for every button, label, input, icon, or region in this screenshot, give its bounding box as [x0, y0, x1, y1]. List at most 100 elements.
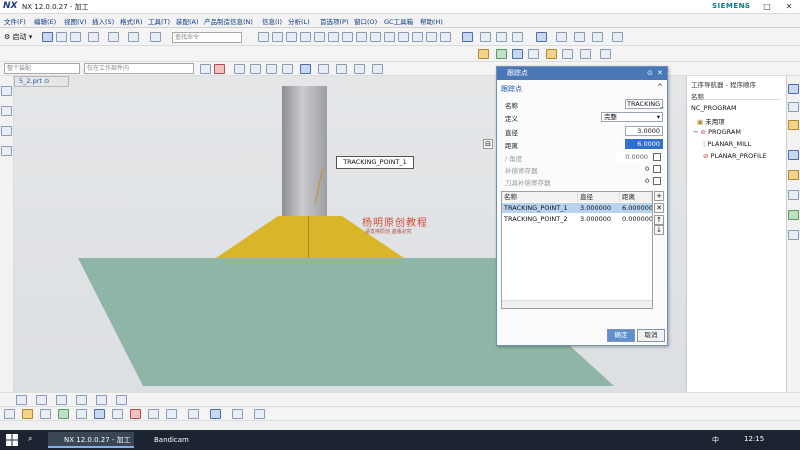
background-icon[interactable] [612, 32, 623, 42]
create-operation-icon[interactable] [546, 49, 557, 59]
pin-icon[interactable]: ⊟ [483, 139, 493, 149]
diameter-input[interactable]: 3.0000 [625, 126, 663, 136]
table-icon[interactable] [462, 32, 473, 42]
move-up-icon[interactable]: ↑ [654, 215, 664, 225]
undo-icon[interactable] [88, 32, 99, 42]
pan-icon[interactable] [96, 395, 107, 405]
fillet-icon[interactable] [356, 32, 367, 42]
define-select[interactable]: 完整 ▾ [601, 112, 663, 122]
menu-gc-toolbox[interactable]: GC工具箱 [384, 16, 413, 26]
trim-icon[interactable] [328, 32, 339, 42]
point-icon[interactable] [370, 32, 381, 42]
snap-grid-icon[interactable] [16, 395, 27, 405]
collapse-chevron-icon[interactable]: ^ [657, 83, 663, 91]
axis-icon[interactable] [398, 32, 409, 42]
verify-toolpath-icon[interactable] [580, 49, 591, 59]
add-point-icon[interactable]: + [654, 191, 664, 201]
csys-icon[interactable] [412, 32, 423, 42]
extend-icon[interactable] [342, 32, 353, 42]
layout-icon[interactable] [150, 32, 161, 42]
snap-tangent-icon[interactable] [336, 64, 347, 74]
start-menu-button[interactable]: ⚙ 启动 ▾ [4, 32, 32, 42]
create-program-icon[interactable] [478, 49, 489, 59]
snap-midpoint-icon[interactable] [250, 64, 261, 74]
menu-window[interactable]: 窗口(O) [354, 16, 377, 26]
type-filter-select[interactable]: 整个装配 [4, 63, 80, 74]
history-palette-icon[interactable] [788, 210, 799, 220]
replay-icon[interactable] [58, 409, 69, 419]
display-mode-icon[interactable] [592, 32, 603, 42]
view-triad-icon[interactable] [36, 395, 47, 405]
menu-view[interactable]: 视图(V) [64, 16, 87, 26]
shaded-view-icon[interactable] [536, 32, 547, 42]
ok-button[interactable]: 确定 [607, 329, 635, 342]
save-icon[interactable] [70, 32, 81, 42]
history-icon[interactable] [1, 86, 12, 96]
select-all-icon[interactable] [214, 64, 225, 74]
cut-icon[interactable] [128, 32, 139, 42]
snap-perpendicular-icon[interactable] [354, 64, 365, 74]
menu-edit[interactable]: 编辑(E) [34, 16, 56, 26]
taskbar-bandicam-app[interactable]: Bandicam [138, 432, 200, 448]
arc-icon[interactable] [286, 32, 297, 42]
create-tool-icon[interactable] [496, 49, 507, 59]
taskbar-nx-app[interactable]: NX 12.0.0.27 - 加工 [48, 432, 134, 448]
selection-scope-select[interactable]: 仅在工作部件内 [84, 63, 194, 74]
operation-display-icon[interactable] [4, 409, 15, 419]
column-diameter[interactable]: 直径 [578, 192, 620, 202]
move-down-icon[interactable]: ↓ [654, 225, 664, 235]
column-distance[interactable]: 距离 [620, 192, 652, 202]
layer-icon[interactable] [440, 32, 451, 42]
search-icon[interactable]: ⌕ [28, 434, 32, 444]
zoom-icon[interactable] [496, 32, 507, 42]
sketch-icon[interactable] [258, 32, 269, 42]
command-search-input[interactable]: 查找命令 [172, 32, 242, 43]
navigator-column-header[interactable]: 名称 [691, 91, 781, 101]
assembly-navigator-icon[interactable] [788, 84, 799, 94]
snap-endpoint-icon[interactable] [234, 64, 245, 74]
minimize-icon[interactable]: – [734, 0, 756, 14]
tree-node-nc-program[interactable]: NC_PROGRAM [691, 104, 737, 112]
reuse-library-icon[interactable] [1, 126, 12, 136]
post-icon[interactable] [232, 409, 243, 419]
postprocess-icon[interactable] [600, 49, 611, 59]
generate-toolpath-icon[interactable] [562, 49, 573, 59]
verify-icon[interactable] [254, 409, 265, 419]
table-row[interactable]: TRACKING_POINT_2 3.000000 0.000000 [502, 214, 652, 224]
snap-on-curve-icon[interactable] [372, 64, 383, 74]
menu-tools[interactable]: 工具(T) [148, 16, 170, 26]
fit-icon[interactable] [76, 395, 87, 405]
comp-register-checkbox[interactable] [653, 165, 661, 173]
section-header[interactable]: 跟踪点 [501, 84, 522, 94]
operation-navigator-icon[interactable] [788, 120, 799, 130]
tool-comp-register-checkbox[interactable] [653, 177, 661, 185]
simulate-icon[interactable] [94, 409, 105, 419]
constraint-navigator-icon[interactable] [788, 102, 799, 112]
maximize-icon[interactable]: □ [756, 0, 778, 14]
window-icon[interactable] [108, 32, 119, 42]
menu-insert[interactable]: 插入(S) [92, 16, 114, 26]
list-toolpath-icon[interactable] [76, 409, 87, 419]
angle-checkbox[interactable] [653, 153, 661, 161]
table-row[interactable]: TRACKING_POINT_1 3.000000 6.000000 [502, 203, 652, 213]
wireframe-icon[interactable] [556, 32, 567, 42]
dialog-close-icon[interactable]: ✕ [657, 67, 663, 80]
new-file-icon[interactable] [42, 32, 53, 42]
transform-icon[interactable] [210, 409, 221, 419]
menu-analysis[interactable]: 分析(L) [288, 16, 310, 26]
dialog-reset-icon[interactable]: ⊙ [647, 67, 653, 80]
menu-preferences[interactable]: 首选项(P) [320, 16, 349, 26]
lock-path-icon[interactable] [148, 409, 159, 419]
roles-icon[interactable] [1, 146, 12, 156]
open-file-icon[interactable] [56, 32, 67, 42]
cancel-button[interactable]: 取消 [637, 329, 665, 342]
snap-center-icon[interactable] [266, 64, 277, 74]
palette-icon[interactable] [788, 170, 799, 180]
menu-assembly[interactable]: 装配(A) [176, 16, 199, 26]
snap-quadrant-icon[interactable] [282, 64, 293, 74]
column-name[interactable]: 名称 [502, 192, 578, 202]
fit-view-icon[interactable] [480, 32, 491, 42]
rotate-icon[interactable] [512, 32, 523, 42]
zoom-window-icon[interactable] [116, 395, 127, 405]
tree-node-planar-mill[interactable]: ¦ PLANAR_MILL [703, 140, 751, 148]
